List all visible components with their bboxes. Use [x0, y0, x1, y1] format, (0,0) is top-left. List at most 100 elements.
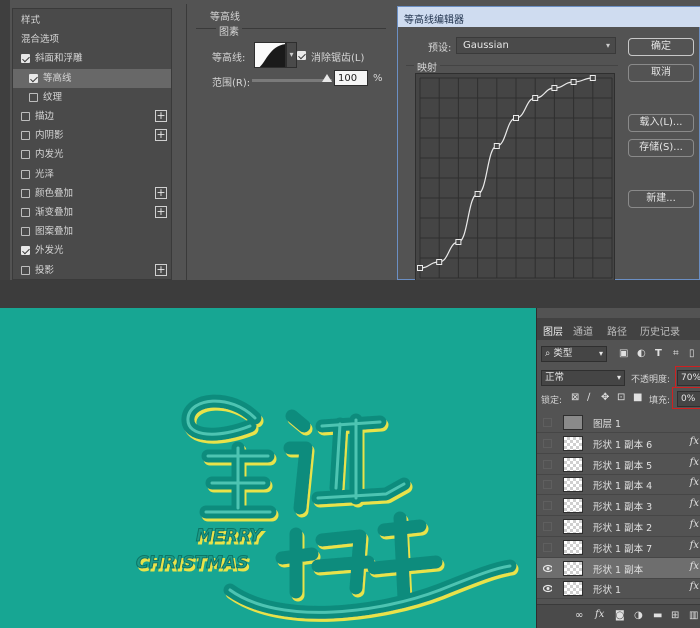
tab-history[interactable]: 历史记录	[640, 323, 680, 338]
style-item[interactable]: 等高线	[13, 68, 171, 88]
style-checkbox[interactable]	[29, 92, 38, 102]
visibility-toggle[interactable]	[543, 459, 552, 469]
add-style-icon[interactable]: +	[155, 110, 167, 122]
style-item[interactable]: 颜色叠加 +	[13, 184, 171, 203]
group-icon[interactable]: ▬	[653, 610, 662, 621]
eye-icon[interactable]	[543, 584, 552, 593]
layer-row[interactable]: 形状 1 fx	[537, 578, 700, 600]
layer-fx-icon[interactable]: fx	[690, 477, 699, 488]
contour-curve-graph[interactable]	[415, 73, 615, 280]
tab-paths[interactable]: 路径	[607, 323, 627, 338]
layer-name[interactable]: 形状 1	[593, 582, 621, 596]
style-item[interactable]: 描边 +	[13, 107, 171, 126]
layer-name[interactable]: 形状 1 副本 3	[593, 499, 652, 513]
visibility-toggle[interactable]	[543, 480, 552, 490]
layer-fx-icon[interactable]: fx	[690, 498, 699, 509]
curve-control-point[interactable]	[474, 191, 481, 197]
style-item[interactable]: 混合选项	[13, 30, 171, 49]
pixel-filter-icon[interactable]: ▣	[619, 348, 628, 359]
layer-row[interactable]: 形状 1 副本 3 fx	[537, 495, 700, 517]
adjustment-filter-icon[interactable]: ◐	[637, 348, 646, 359]
layer-row[interactable]: 形状 1 副本 5 fx	[537, 454, 700, 475]
layer-fx-icon[interactable]: fx	[690, 519, 699, 530]
style-checkbox[interactable]	[21, 227, 30, 237]
style-checkbox[interactable]	[21, 150, 30, 160]
load-button[interactable]: 载入(L)...	[628, 114, 694, 132]
layer-name[interactable]: 形状 1 副本 2	[593, 520, 652, 534]
style-item[interactable]: 渐变叠加 +	[13, 203, 171, 222]
style-checkbox[interactable]	[21, 112, 30, 121]
layer-row[interactable]: 形状 1 副本 fx	[537, 557, 700, 579]
layer-row[interactable]: 形状 1 副本 6 fx	[537, 433, 700, 454]
lock-position-icon[interactable]: ✥	[601, 392, 609, 403]
style-checkbox[interactable]	[21, 208, 30, 217]
layer-row[interactable]: 形状 1 副本 2 fx	[537, 516, 700, 537]
style-item[interactable]: 外发光	[13, 241, 171, 260]
curve-control-point[interactable]	[417, 265, 423, 271]
lock-all-icon[interactable]: ■	[633, 392, 642, 403]
visibility-toggle[interactable]	[543, 522, 552, 531]
layer-fx-icon[interactable]: fx	[690, 561, 699, 572]
layer-fx-icon[interactable]: fx	[690, 581, 699, 592]
blend-mode-select[interactable]: 正常 ▾	[541, 370, 625, 386]
layer-name[interactable]: 形状 1 副本 5	[593, 458, 652, 472]
style-item[interactable]: 内发光	[13, 145, 171, 164]
contour-dropdown-caret-icon[interactable]: ▾	[286, 42, 297, 68]
layer-row[interactable]: 形状 1 副本 4 fx	[537, 474, 700, 496]
canvas[interactable]: MERRY CHRISTMAS	[0, 308, 536, 628]
layer-fx-icon[interactable]: fx	[690, 457, 699, 468]
layer-filter-select[interactable]: ⌕ 类型 ▾	[541, 346, 607, 362]
layer-fx-icon[interactable]: fx	[690, 436, 699, 447]
add-style-icon[interactable]: +	[155, 186, 167, 199]
layer-fx-icon[interactable]: fx	[690, 540, 699, 551]
mask-icon[interactable]: ◙	[615, 610, 625, 621]
eye-icon[interactable]	[543, 564, 552, 573]
style-checkbox[interactable]	[21, 169, 30, 179]
style-item[interactable]: 斜面和浮雕	[13, 49, 171, 68]
trash-icon[interactable]: ▥	[689, 610, 698, 621]
contour-picker-thumbnail[interactable]	[254, 42, 286, 68]
curve-control-point[interactable]	[589, 75, 596, 81]
curve-control-point[interactable]	[551, 85, 558, 91]
cancel-button[interactable]: 取消	[628, 64, 694, 82]
layer-row[interactable]: 形状 1 副本 7 fx	[537, 537, 700, 558]
new-button[interactable]: 新建...	[628, 190, 694, 208]
visibility-toggle[interactable]	[543, 418, 552, 427]
lock-transparent-icon[interactable]: ⊠	[571, 392, 579, 403]
curve-control-point[interactable]	[513, 115, 519, 121]
style-checkbox[interactable]	[29, 73, 38, 83]
layer-name[interactable]: 图层 1	[593, 416, 621, 430]
curve-control-point[interactable]	[532, 95, 539, 101]
layer-name[interactable]: 形状 1 副本 4	[593, 478, 652, 492]
link-icon[interactable]: ∞	[575, 610, 583, 621]
type-filter-icon[interactable]: T	[655, 348, 662, 359]
style-checkbox[interactable]	[21, 265, 30, 275]
layer-row[interactable]: 图层 1	[537, 412, 700, 433]
style-checkbox[interactable]	[21, 188, 30, 198]
range-slider-track[interactable]	[252, 79, 332, 82]
add-style-icon[interactable]: +	[155, 129, 167, 142]
layer-name[interactable]: 形状 1 副本 7	[593, 541, 652, 555]
tab-layers[interactable]: 图层	[543, 323, 563, 338]
layer-name[interactable]: 形状 1 副本	[593, 562, 643, 576]
style-item[interactable]: 内阴影 +	[13, 126, 171, 145]
visibility-toggle[interactable]	[543, 542, 552, 552]
range-slider-thumb[interactable]	[322, 74, 332, 82]
shape-filter-icon[interactable]: ⌗	[673, 348, 679, 359]
save-button[interactable]: 存储(S)...	[628, 139, 694, 157]
contour-editor-titlebar[interactable]: 等高线编辑器	[398, 7, 700, 27]
range-value-input[interactable]: 100	[334, 70, 368, 86]
style-item[interactable]: 纹理	[13, 88, 171, 107]
fx-icon[interactable]: fx	[595, 609, 604, 620]
style-item[interactable]: 样式	[13, 11, 171, 30]
adjustment-icon[interactable]: ◑	[634, 610, 643, 621]
smart-object-filter-icon[interactable]: ▯	[689, 348, 695, 359]
curve-control-point[interactable]	[570, 79, 577, 85]
contour-curve[interactable]	[419, 77, 593, 269]
layer-name[interactable]: 形状 1 副本 6	[593, 437, 652, 451]
curve-control-point[interactable]	[493, 143, 500, 149]
style-checkbox[interactable]	[21, 246, 30, 256]
tab-channels[interactable]: 通道	[573, 323, 593, 338]
lock-artboard-icon[interactable]: ⊡	[617, 392, 625, 403]
style-checkbox[interactable]	[21, 131, 30, 141]
